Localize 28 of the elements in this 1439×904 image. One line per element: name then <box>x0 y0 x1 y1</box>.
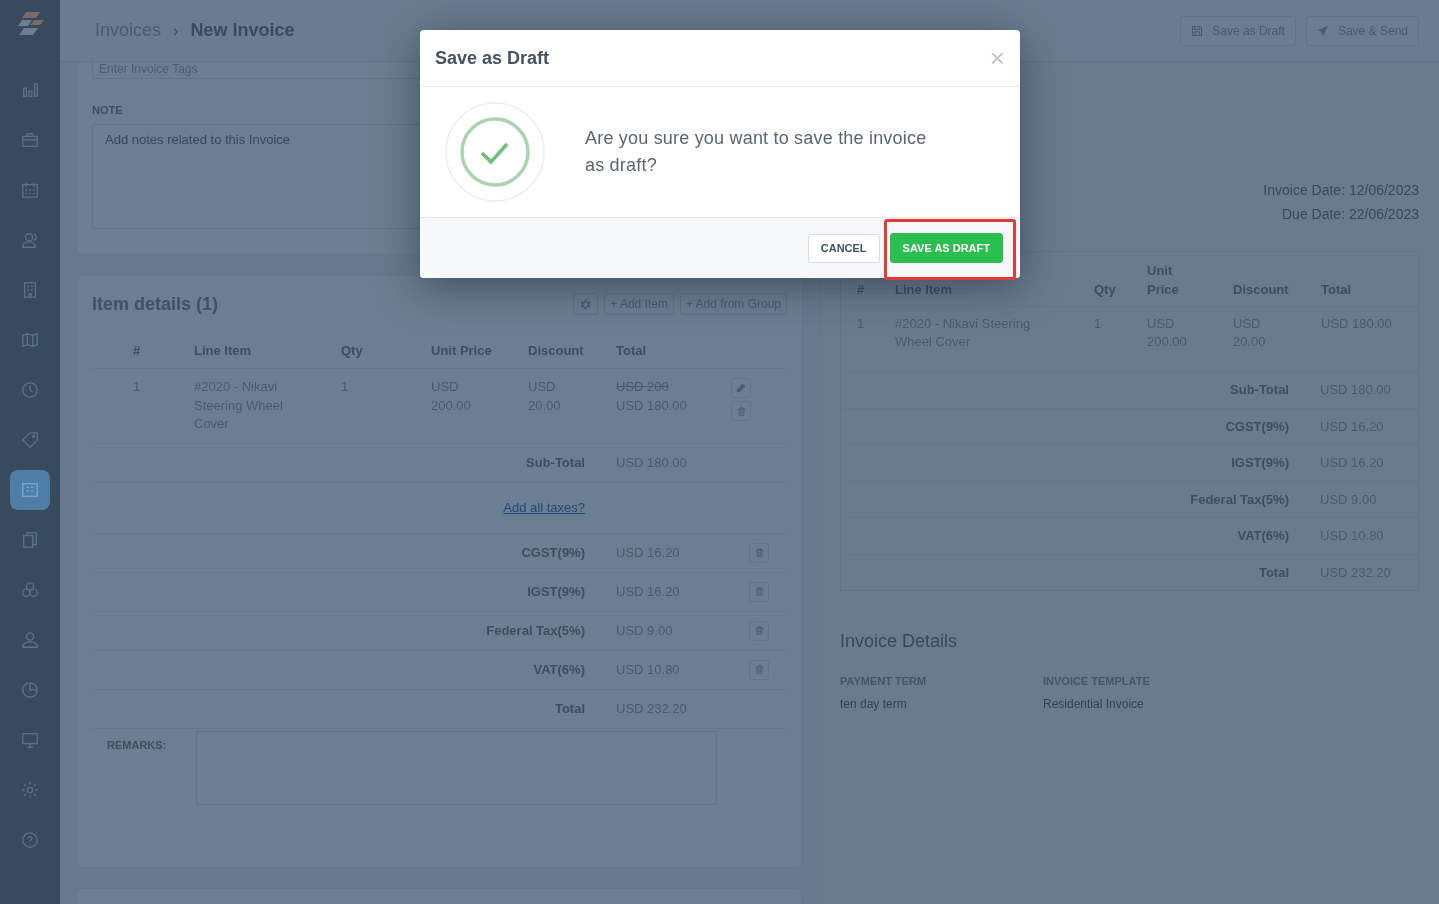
settings-button[interactable] <box>573 293 599 315</box>
field-value: Residential Invoice <box>1043 697 1145 711</box>
checkmark-circle-icon <box>445 102 545 202</box>
breadcrumb-separator: › <box>173 21 179 40</box>
paper-plane-icon <box>1316 24 1329 37</box>
dialog-message: Are you sure you want to save the invoice as draft? <box>585 127 928 177</box>
cancel-button[interactable]: CANCEL <box>807 233 880 263</box>
dialog-title: Save as Draft <box>435 47 550 69</box>
trash-icon <box>754 626 764 635</box>
edit-button[interactable] <box>731 378 751 398</box>
pencil-icon <box>736 383 746 393</box>
delete-button[interactable] <box>749 542 769 563</box>
field-value: ten day term <box>840 697 908 711</box>
trash-icon <box>754 548 764 557</box>
delete-button[interactable] <box>749 581 769 602</box>
delete-button[interactable] <box>749 620 769 641</box>
add-taxes-link[interactable]: Add all taxes? <box>503 500 585 515</box>
column-header: # <box>132 343 142 358</box>
invoice-icon[interactable] <box>10 470 50 510</box>
column-header: # <box>857 281 866 299</box>
trash-icon <box>736 406 746 416</box>
save-draft-button[interactable]: SAVE AS DRAFT <box>889 232 1003 263</box>
settings-icon <box>580 298 592 310</box>
delete-button[interactable] <box>731 401 751 421</box>
delete-button[interactable] <box>749 659 769 680</box>
trash-icon <box>754 587 764 596</box>
close-button[interactable]: × <box>989 45 1005 71</box>
trash-icon <box>754 665 764 674</box>
